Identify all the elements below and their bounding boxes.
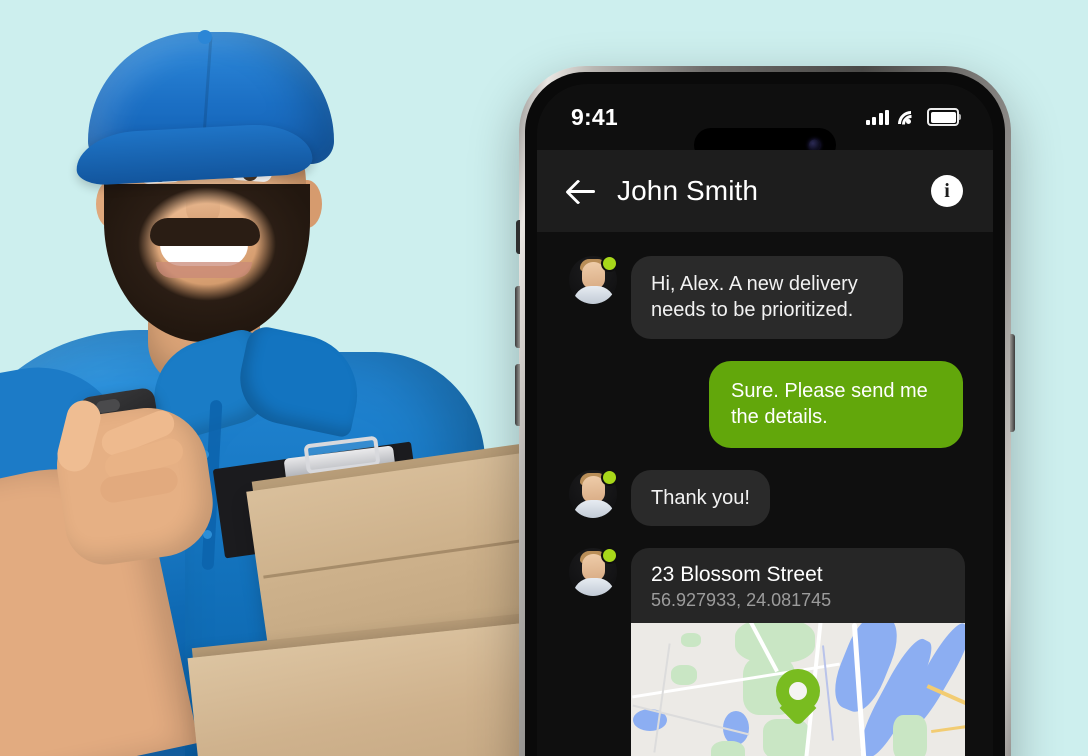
- phone-bezel: 9:41 John Smith i Hi, Alex. A new delive…: [525, 72, 1005, 756]
- back-arrow-icon[interactable]: [567, 176, 597, 206]
- online-status-dot: [601, 468, 618, 486]
- courier-cap-button: [198, 30, 212, 44]
- courier-mustache: [150, 218, 260, 246]
- power-button[interactable]: [1010, 334, 1015, 432]
- status-bar-indicators: [865, 108, 961, 138]
- battery-icon: [927, 108, 961, 126]
- map-park: [681, 633, 701, 648]
- cellular-signal-icon: [865, 109, 889, 125]
- page-title: John Smith: [617, 175, 759, 206]
- phone-screen: 9:41 John Smith i Hi, Alex. A new delive…: [537, 84, 993, 756]
- location-address: 23 Blossom Street: [651, 562, 823, 586]
- chat-message-in: Thank you!: [537, 468, 993, 526]
- chat-header: John Smith i: [537, 150, 993, 232]
- pin-hole: [789, 682, 807, 701]
- status-bar-clock: 9:41: [571, 103, 618, 130]
- location-card[interactable]: 23 Blossom Street 56.927933, 24.081745: [631, 547, 965, 756]
- avatar[interactable]: [569, 546, 618, 596]
- map-minor-road: [653, 643, 671, 753]
- location-pin-icon: [776, 669, 820, 727]
- message-bubble: Sure. Please send me the details.: [709, 360, 963, 448]
- avatar[interactable]: [569, 255, 618, 304]
- location-coordinates: 56.927933, 24.081745: [651, 590, 832, 611]
- online-status-dot: [601, 546, 618, 564]
- location-map-preview[interactable]: [631, 623, 965, 756]
- online-status-dot: [601, 255, 618, 272]
- silent-switch[interactable]: [516, 220, 520, 254]
- avatar[interactable]: [569, 468, 618, 518]
- map-park: [711, 741, 745, 756]
- wifi-icon: [897, 110, 925, 138]
- info-icon[interactable]: i: [931, 175, 963, 207]
- screenshot-stage: 9:41 John Smith i Hi, Alex. A new delive…: [0, 0, 1088, 756]
- courier-lower-lip: [156, 262, 252, 278]
- chat-message-list[interactable]: Hi, Alex. A new delivery needs to be pri…: [537, 232, 993, 756]
- chat-message-out: Sure. Please send me the details.: [537, 360, 993, 448]
- phone-mockup: 9:41 John Smith i Hi, Alex. A new delive…: [515, 66, 1015, 756]
- map-park: [893, 715, 927, 756]
- avatar-shirt: [573, 577, 615, 596]
- avatar-shirt: [573, 499, 615, 518]
- location-card-header: 23 Blossom Street 56.927933, 24.081745: [631, 548, 965, 623]
- map-minor-road: [821, 645, 835, 741]
- chat-message-location: 23 Blossom Street 56.927933, 24.081745: [537, 546, 993, 756]
- chat-message-in: Hi, Alex. A new delivery needs to be pri…: [537, 255, 993, 339]
- front-camera-icon: [809, 139, 820, 151]
- map-park: [671, 665, 697, 686]
- map-road-highway: [931, 724, 965, 734]
- avatar-shirt: [573, 286, 615, 304]
- courier-photo: [0, 0, 520, 756]
- message-bubble: Hi, Alex. A new delivery needs to be pri…: [631, 256, 903, 339]
- message-bubble: Thank you!: [631, 469, 770, 526]
- volume-down-button[interactable]: [515, 364, 520, 426]
- volume-up-button[interactable]: [515, 286, 520, 348]
